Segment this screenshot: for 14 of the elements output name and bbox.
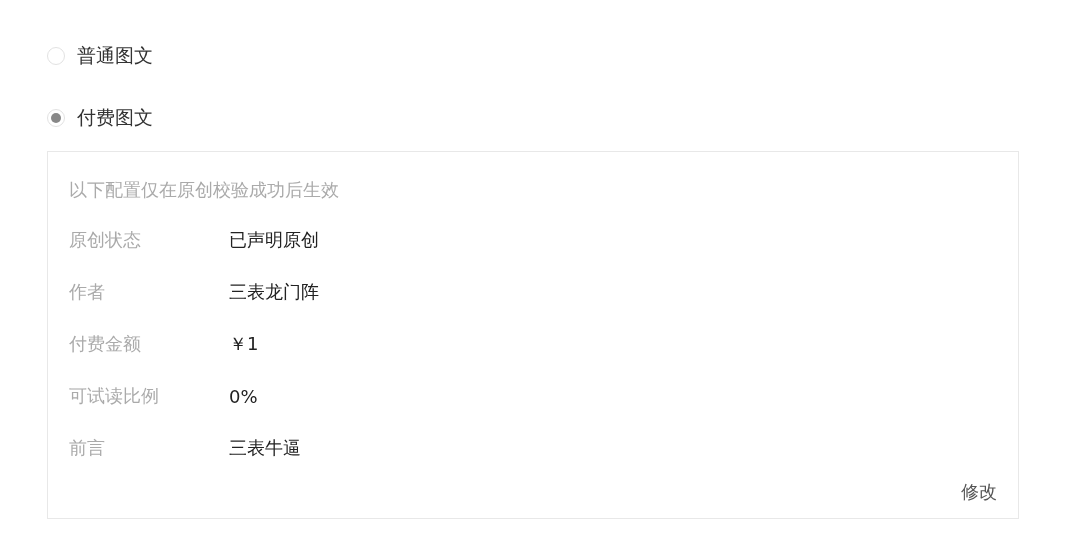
- field-value: 已声明原创: [229, 228, 319, 252]
- edit-link[interactable]: 修改: [961, 480, 997, 504]
- field-value: 三表龙门阵: [229, 280, 319, 304]
- radio-label[interactable]: 付费图文: [77, 105, 153, 131]
- field-value: ￥1: [229, 332, 259, 356]
- field-label: 付费金额: [69, 332, 142, 356]
- field-label: 作者: [69, 280, 106, 304]
- field-value: 0%: [229, 385, 258, 407]
- panel-note: 以下配置仅在原创校验成功后生效: [69, 178, 340, 202]
- field-label: 原创状态: [69, 228, 142, 252]
- field-value: 三表牛逼: [229, 436, 301, 460]
- field-label: 可试读比例: [69, 384, 160, 408]
- field-label: 前言: [69, 436, 106, 460]
- radio-label[interactable]: 普通图文: [77, 43, 153, 69]
